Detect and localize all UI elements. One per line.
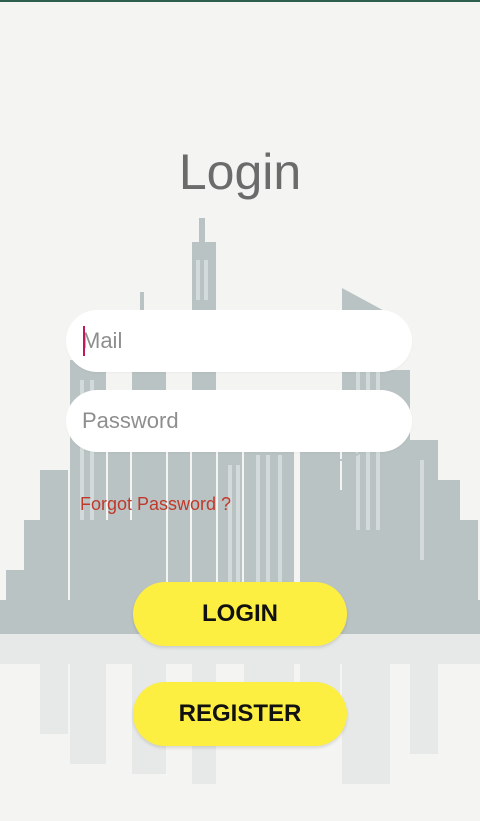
- login-button[interactable]: LOGIN: [133, 582, 347, 646]
- mail-field[interactable]: [66, 310, 412, 372]
- page-title: Login: [178, 144, 302, 200]
- mail-input[interactable]: [82, 310, 392, 372]
- forgot-password-link[interactable]: Forgot Password ?: [80, 494, 231, 515]
- password-input[interactable]: [82, 390, 392, 452]
- register-button[interactable]: REGISTER: [133, 682, 347, 746]
- text-cursor: [83, 326, 85, 356]
- password-field[interactable]: [66, 390, 412, 452]
